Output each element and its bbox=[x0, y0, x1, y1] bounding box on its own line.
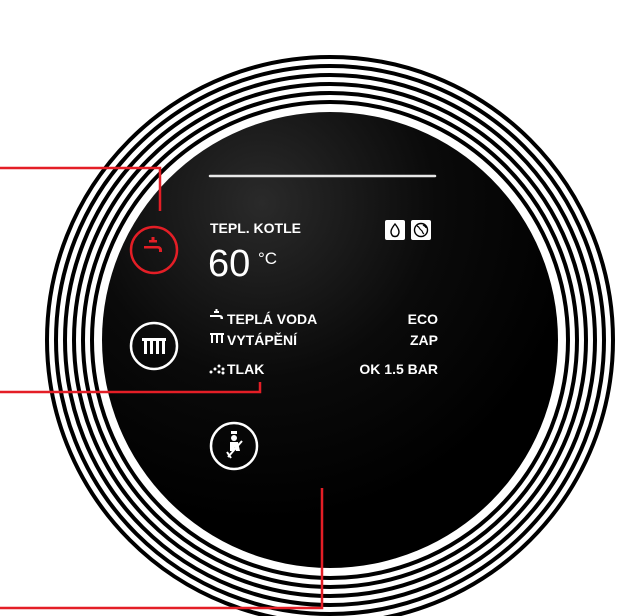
status-value-pressure: OK 1.5 BAR bbox=[359, 361, 438, 377]
temperature-value: 60 bbox=[208, 243, 251, 285]
boiler-control-panel: TEPL. KOTLE 60 °C TEPLÁ VODA ECO VYTÁPĚN… bbox=[0, 0, 634, 616]
status-label-heating: VYTÁPĚNÍ bbox=[227, 332, 298, 348]
panel-graphics bbox=[0, 55, 615, 616]
status-value-heating: ZAP bbox=[410, 332, 438, 348]
display-disc bbox=[102, 112, 558, 568]
status-label-hot-water: TEPLÁ VODA bbox=[227, 311, 318, 327]
display-title: TEPL. KOTLE bbox=[210, 220, 301, 236]
temperature-unit: °C bbox=[258, 249, 278, 268]
flame-icon bbox=[385, 220, 405, 240]
status-label-pressure: TLAK bbox=[227, 361, 265, 377]
status-value-hot-water: ECO bbox=[407, 311, 438, 327]
status-radiator-icon bbox=[210, 333, 224, 343]
globe-icon bbox=[411, 220, 431, 240]
